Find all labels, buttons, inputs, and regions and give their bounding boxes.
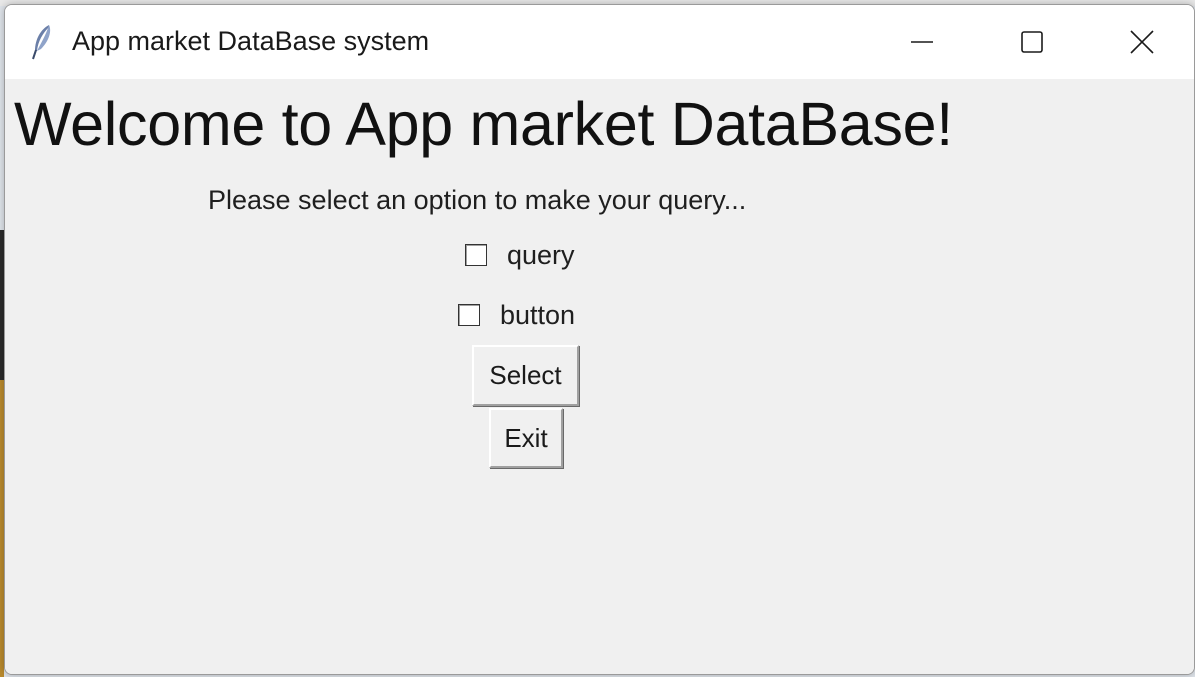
client-area: Welcome to App market DataBase! Please s… <box>5 79 1194 674</box>
select-button[interactable]: Select <box>472 345 579 406</box>
query-checkbox-label: query <box>507 239 575 270</box>
exit-button[interactable]: Exit <box>489 408 563 468</box>
welcome-heading: Welcome to App market DataBase! <box>14 90 953 158</box>
button-checkbox[interactable] <box>458 304 480 326</box>
close-button[interactable] <box>1087 5 1194 79</box>
maximize-icon <box>1021 31 1043 53</box>
app-window: App market DataBase system Welcome to Ap… <box>4 4 1195 675</box>
query-checkbox[interactable] <box>465 244 487 266</box>
prompt-text: Please select an option to make your que… <box>208 185 747 215</box>
close-icon <box>1130 30 1154 54</box>
window-title: App market DataBase system <box>72 26 430 56</box>
maximize-button[interactable] <box>977 5 1087 79</box>
option-query[interactable]: query <box>465 239 575 271</box>
option-button[interactable]: button <box>458 299 575 331</box>
minimize-icon <box>911 41 933 43</box>
desktop-background: App market DataBase system Welcome to Ap… <box>0 0 1195 677</box>
minimize-button[interactable] <box>867 5 977 79</box>
button-checkbox-label: button <box>500 299 576 330</box>
title-bar[interactable]: App market DataBase system <box>5 5 1194 79</box>
feather-icon <box>32 25 51 60</box>
